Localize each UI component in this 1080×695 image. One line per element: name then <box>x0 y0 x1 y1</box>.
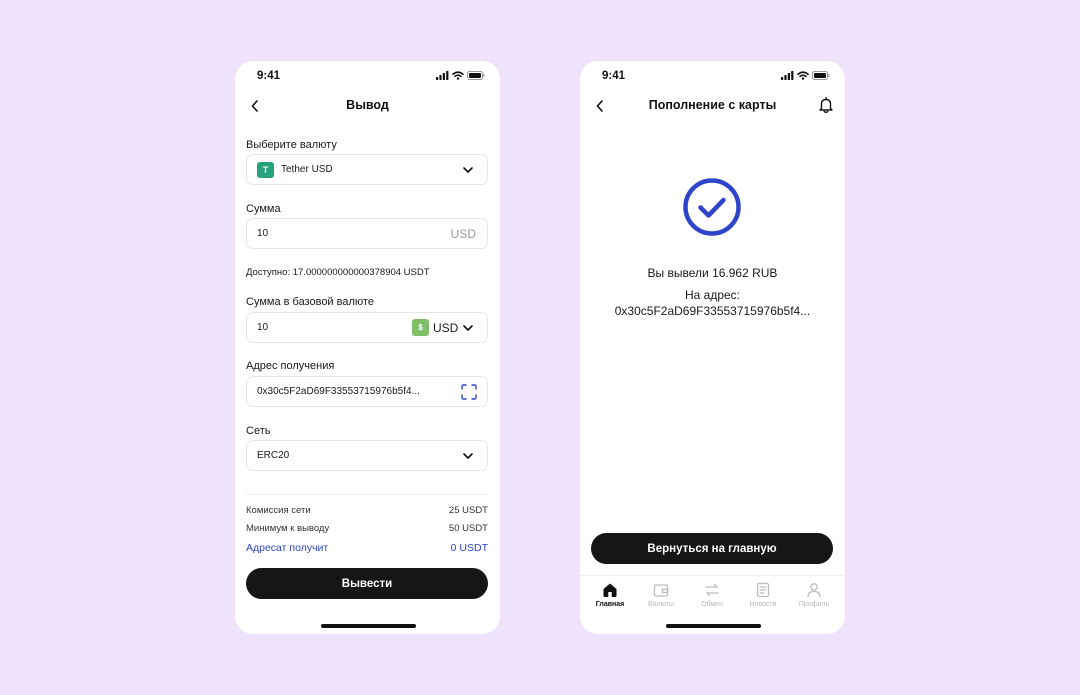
tab-label: Новости <box>749 601 777 608</box>
chevron-left-icon <box>251 100 258 112</box>
currency-value: Tether USD <box>281 164 333 175</box>
dollar-icon: $ <box>412 319 429 336</box>
tab-exchange[interactable]: Обмен <box>686 582 738 616</box>
back-button[interactable] <box>247 97 263 115</box>
signal-icon <box>781 71 794 80</box>
fee-value: 25 USDT <box>448 505 488 516</box>
back-to-home-button[interactable]: Вернуться на главную <box>591 533 833 564</box>
amount-value: 10 <box>257 228 269 239</box>
home-indicator <box>320 624 416 628</box>
available-balance: Доступно: 17.000000000000378904 USDT <box>246 267 430 278</box>
status-bar: 9:41 <box>580 61 845 91</box>
fee-label: Минимум к выводу <box>246 523 330 534</box>
signal-icon <box>436 71 449 80</box>
chevron-down-icon[interactable] <box>462 323 474 333</box>
home-icon <box>603 583 617 597</box>
result-address-label: На адрес: <box>684 288 741 302</box>
amount-label: Сумма <box>246 203 281 215</box>
wifi-icon <box>452 71 464 80</box>
nav-bar: Вывод <box>235 93 500 119</box>
base-amount-input[interactable]: 10 $ USD <box>246 312 488 343</box>
tab-label: Валюты <box>648 601 674 608</box>
address-input[interactable]: 0x30c5F2aD69F33553715976b5f4... <box>246 376 488 407</box>
battery-icon <box>812 71 830 80</box>
fee-row-network: Комиссия сети 25 USDT <box>246 505 488 519</box>
withdraw-screen: 9:41 Вывод Выберите валюту T Tether USD … <box>235 61 500 634</box>
network-select[interactable]: ERC20 <box>246 440 488 471</box>
status-time: 9:41 <box>257 70 281 82</box>
result-amount: Вы вывели 16.962 RUB <box>647 266 778 280</box>
bell-icon[interactable] <box>817 96 835 114</box>
currency-select[interactable]: T Tether USD <box>246 154 488 185</box>
wifi-icon <box>797 71 809 80</box>
status-time: 9:41 <box>602 70 626 82</box>
currency-label: Выберите валюту <box>246 139 337 151</box>
success-check-icon <box>683 178 741 236</box>
tab-currencies[interactable]: Валюты <box>635 582 687 616</box>
result-address: 0x30c5F2aD69F33553715976b5f4... <box>614 304 811 318</box>
base-amount-value: 10 <box>257 322 269 333</box>
status-bar: 9:41 <box>235 61 500 91</box>
amount-input[interactable]: 10 USD <box>246 218 488 249</box>
battery-icon <box>467 71 485 80</box>
network-label: Сеть <box>246 425 271 437</box>
home-indicator <box>665 624 761 628</box>
fee-label: Адресат получит <box>246 542 329 554</box>
status-icons <box>436 71 485 80</box>
chevron-down-icon <box>463 453 473 459</box>
divider <box>246 494 488 495</box>
wallet-icon <box>653 584 669 597</box>
amount-currency-suffix: USD <box>450 227 476 241</box>
tether-icon: T <box>257 162 274 178</box>
tab-profile[interactable]: Профиль <box>788 582 840 616</box>
tab-label: Обмен <box>701 601 723 608</box>
fee-label: Комиссия сети <box>246 505 311 516</box>
status-icons <box>781 71 830 80</box>
fee-value: 0 USDT <box>450 542 488 554</box>
chevron-down-icon <box>463 167 473 173</box>
tab-home[interactable]: Главная <box>584 582 636 616</box>
back-button[interactable] <box>592 97 608 115</box>
base-currency-value[interactable]: USD <box>433 321 458 335</box>
address-label: Адрес получения <box>246 360 335 372</box>
withdraw-success-screen: 9:41 Пополнение с карты Вы вывели 16.962… <box>580 61 845 634</box>
fee-row-minimum: Минимум к выводу 50 USDT <box>246 523 488 537</box>
base-amount-label: Сумма в базовой валюте <box>246 296 374 308</box>
tab-label: Профиль <box>798 601 830 608</box>
chevron-left-icon <box>596 100 603 112</box>
nav-bar: Пополнение с карты <box>580 93 845 119</box>
page-title: Пополнение с карты <box>648 98 777 112</box>
fee-row-recipient-gets: Адресат получит 0 USDT <box>246 542 488 556</box>
withdraw-button[interactable]: Вывести <box>246 568 488 599</box>
page-title: Вывод <box>346 98 389 112</box>
profile-icon <box>807 583 821 598</box>
scan-icon[interactable] <box>461 384 477 400</box>
address-value: 0x30c5F2aD69F33553715976b5f4... <box>257 386 420 397</box>
network-value: ERC20 <box>257 450 290 461</box>
exchange-icon <box>705 583 719 597</box>
fee-value: 50 USDT <box>448 523 488 534</box>
news-icon <box>756 582 770 598</box>
tab-label: Главная <box>595 601 625 608</box>
tab-news[interactable]: Новости <box>737 582 789 616</box>
